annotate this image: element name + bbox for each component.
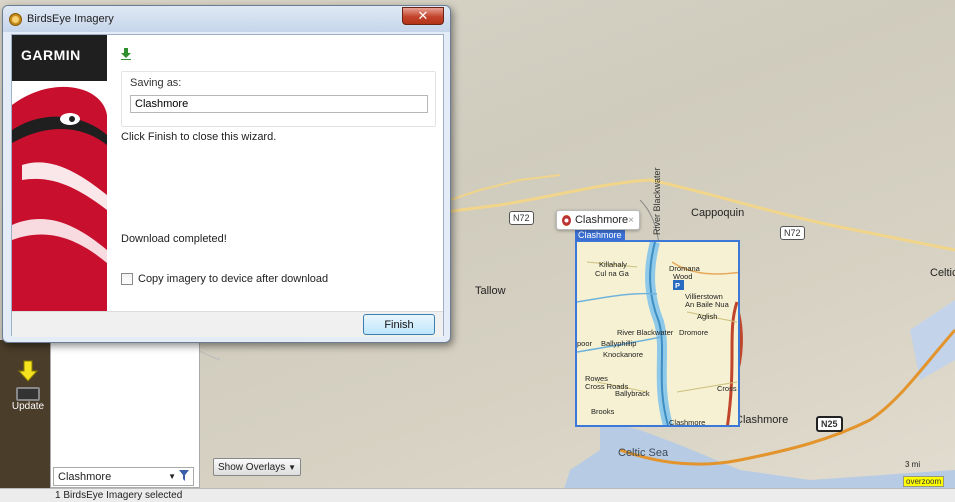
tile-label-river: River Blackwater	[617, 328, 674, 337]
show-overlays-dropdown[interactable]: Show Overlays ▼	[213, 458, 301, 476]
tile-parking-p: P	[675, 281, 681, 290]
tile-label-ballybrack: Ballybrack	[615, 389, 650, 398]
finish-button[interactable]: Finish	[363, 314, 435, 335]
wizard-content: Saving as: Click Finish to close this wi…	[107, 35, 443, 311]
garmin-bird-graphic	[12, 35, 107, 311]
tile-label-brooks: Brooks	[591, 407, 615, 416]
place-cappoquin: Cappoquin	[691, 207, 745, 219]
finish-hint-text: Click Finish to close this wizard.	[121, 131, 277, 143]
road-label-n25: N25	[816, 416, 843, 432]
chevron-down-icon: ▼	[288, 462, 296, 472]
tile-label-aglish: Aglish	[697, 312, 718, 321]
road-label-n72-east: N72	[780, 226, 805, 240]
download-arrow-icon	[17, 360, 39, 382]
tile-label-knockanore: Knockanore	[603, 350, 644, 359]
tile-label-cross: Cross	[717, 384, 737, 393]
overzoom-badge: overzoom	[903, 476, 945, 487]
status-text: 1 BirdsEye Imagery selected	[55, 490, 183, 501]
tile-label-wood: Wood	[673, 272, 693, 281]
dialog-title: BirdsEye Imagery	[27, 13, 114, 25]
dialog-titlebar[interactable]: BirdsEye Imagery ✕	[3, 6, 450, 32]
filename-input[interactable]	[130, 95, 428, 113]
show-overlays-label: Show Overlays	[218, 461, 286, 473]
combo-value: Clashmore	[58, 470, 112, 483]
tile-label-poor: poor	[577, 339, 593, 348]
river-label: River Blackwater	[652, 167, 662, 235]
place-celtic-edge: Celtic	[930, 267, 955, 279]
saving-as-label: Saving as:	[130, 77, 182, 89]
tile-label-cul-na-ga: Cul na Ga	[595, 269, 629, 278]
imagery-tile[interactable]: Killahaly Cul na Ga Dromana Wood P Villi…	[575, 240, 740, 427]
place-tallow: Tallow	[475, 285, 506, 297]
close-button[interactable]: ✕	[402, 7, 444, 25]
filter-funnel-icon[interactable]	[179, 469, 189, 484]
tile-label-killahaly: Killahaly	[599, 260, 627, 269]
update-label: Update	[11, 401, 45, 412]
dialog-footer: Finish	[12, 311, 443, 337]
callout-close-icon[interactable]: ×	[628, 215, 634, 226]
imagery-list-panel[interactable]	[50, 340, 200, 488]
dialog-body: GARMIN Saving as: Click Finish to close …	[11, 34, 444, 337]
tile-label-an-baile-nua: An Baile Nua	[685, 300, 729, 309]
birdseye-icon	[562, 214, 571, 226]
save-as-group: Saving as:	[121, 71, 436, 127]
tile-label-ballyphillip: Ballyphillip	[601, 339, 637, 348]
app-icon	[9, 12, 22, 26]
copy-to-device-label: Copy imagery to device after download	[138, 273, 329, 285]
tile-label-clashmore: Clashmore	[669, 418, 706, 427]
download-completed-text: Download completed!	[121, 233, 227, 245]
status-bar: 1 BirdsEye Imagery selected	[0, 488, 955, 502]
garmin-logo: GARMIN	[21, 47, 81, 63]
map-scale: 3 mi	[905, 460, 921, 469]
device-icon	[16, 387, 40, 401]
callout-label: Clashmore	[574, 214, 629, 226]
map-callout[interactable]: Clashmore ×	[556, 210, 640, 230]
tile-label-dromore: Dromore	[679, 328, 709, 337]
tile-caption[interactable]: Clashmore	[575, 230, 625, 241]
copy-to-device-row[interactable]: Copy imagery to device after download	[121, 273, 328, 285]
update-tool-button[interactable]: Update	[8, 360, 48, 420]
chevron-down-icon: ▼	[168, 472, 176, 481]
imagery-filter-combo[interactable]: Clashmore ▼	[53, 467, 194, 486]
copy-to-device-checkbox[interactable]	[121, 273, 133, 285]
place-celtic-sea: Celtic Sea	[618, 447, 669, 459]
download-icon	[121, 48, 131, 60]
road-label-n72-west: N72	[509, 211, 534, 225]
garmin-brand-panel: GARMIN	[12, 35, 107, 311]
birdseye-wizard-dialog: BirdsEye Imagery ✕ GARMIN Saving as: Cla…	[2, 5, 451, 343]
place-clashmore: Clashmore	[735, 414, 789, 426]
